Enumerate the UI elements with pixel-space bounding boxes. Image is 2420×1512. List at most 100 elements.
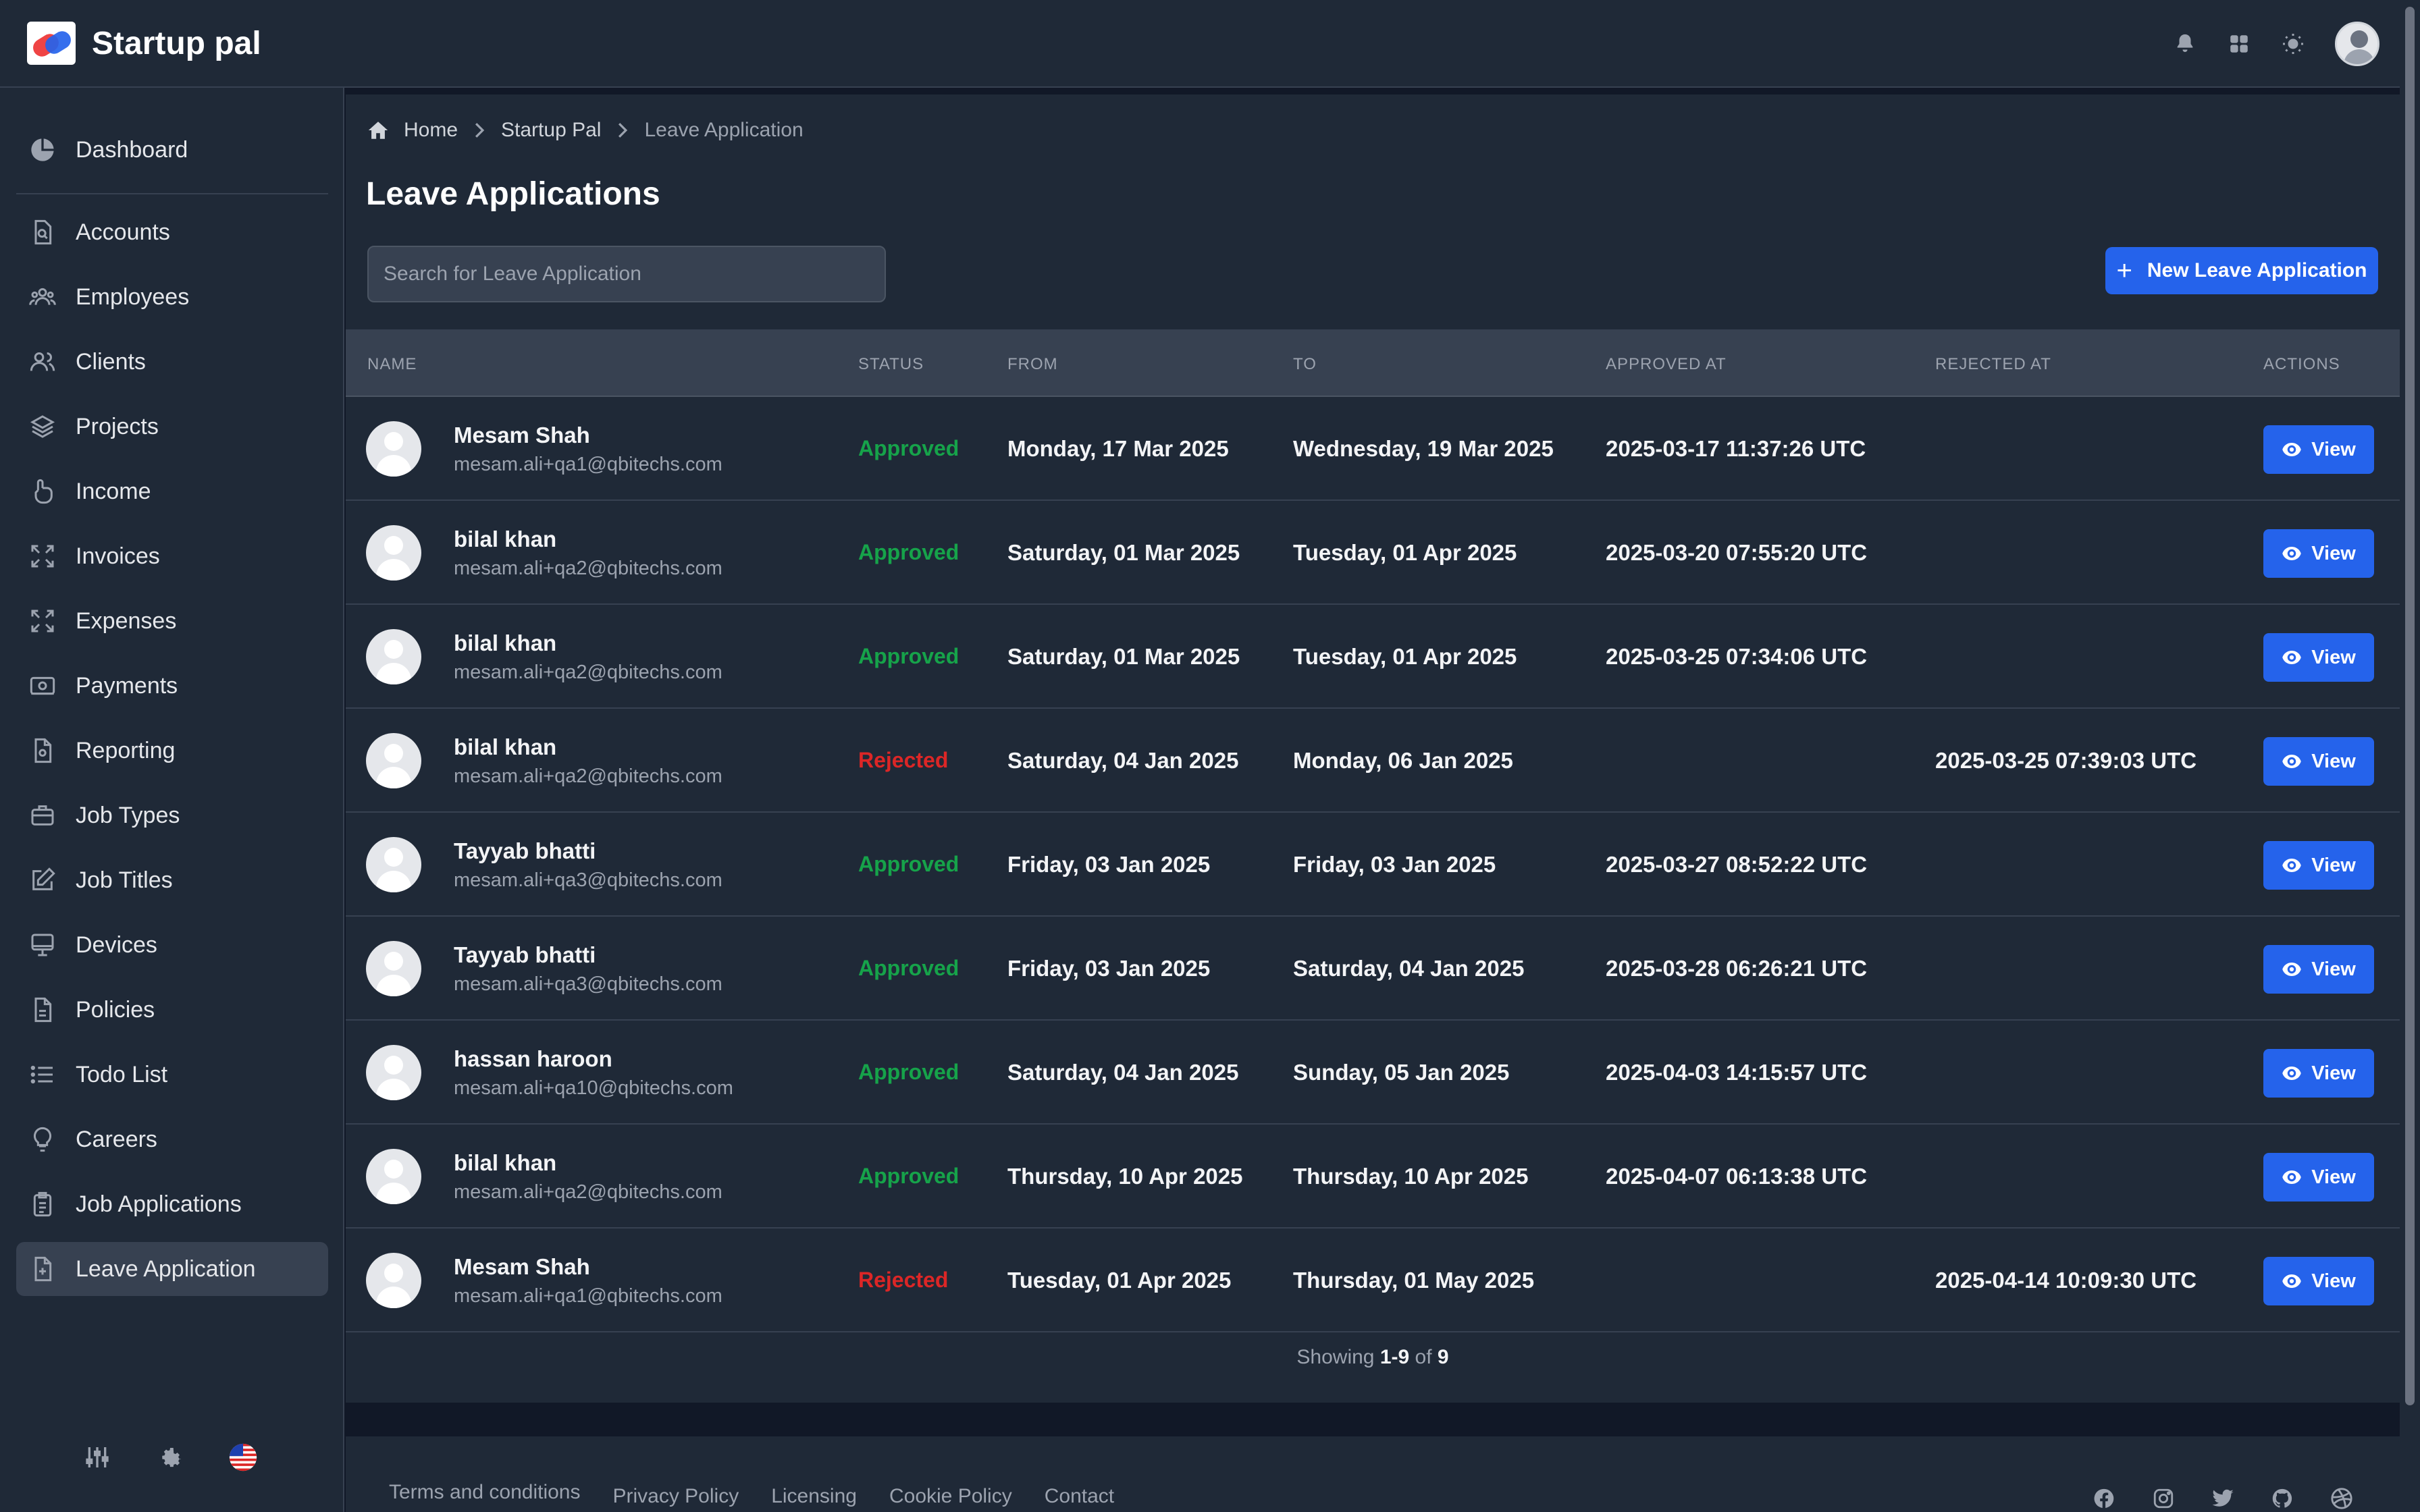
footer-link-privacy[interactable]: Privacy Policy bbox=[612, 1485, 739, 1508]
status-badge: Approved bbox=[858, 1164, 959, 1188]
facebook-icon[interactable] bbox=[2090, 1485, 2118, 1512]
sidebar-item-employees[interactable]: Employees bbox=[16, 270, 328, 324]
status-badge: Approved bbox=[858, 956, 959, 980]
bell-icon[interactable] bbox=[2170, 29, 2200, 59]
status-badge: Approved bbox=[858, 540, 959, 564]
sidebar-item-careers[interactable]: Careers bbox=[16, 1112, 328, 1166]
breadcrumb-home[interactable]: Home bbox=[404, 119, 458, 142]
briefcase-icon bbox=[27, 800, 58, 831]
footer-link-cookie[interactable]: Cookie Policy bbox=[889, 1485, 1012, 1508]
employee-avatar bbox=[366, 1149, 421, 1204]
status-badge: Rejected bbox=[858, 748, 949, 772]
home-icon[interactable] bbox=[366, 119, 390, 142]
from-date: Tuesday, 01 Apr 2025 bbox=[1007, 1268, 1232, 1293]
new-leave-application-button[interactable]: + New Leave Application bbox=[2105, 247, 2378, 294]
view-button[interactable]: View bbox=[2263, 1049, 2374, 1098]
scrollbar-thumb[interactable] bbox=[2405, 7, 2415, 1405]
brand[interactable]: Startup pal bbox=[27, 22, 261, 65]
view-button[interactable]: View bbox=[2263, 1153, 2374, 1202]
sidebar-item-leave-application[interactable]: Leave Application bbox=[16, 1242, 328, 1296]
github-icon[interactable] bbox=[2269, 1485, 2296, 1512]
sun-icon[interactable] bbox=[2278, 29, 2308, 59]
eye-icon bbox=[2282, 857, 2302, 873]
lightbulb-icon bbox=[27, 1124, 58, 1155]
eye-icon bbox=[2282, 545, 2302, 562]
dribbble-icon[interactable] bbox=[2328, 1485, 2355, 1512]
to-date: Monday, 06 Jan 2025 bbox=[1293, 748, 1513, 773]
us-flag-icon[interactable] bbox=[227, 1441, 259, 1474]
sidebar-item-devices[interactable]: Devices bbox=[16, 918, 328, 972]
view-button[interactable]: View bbox=[2263, 945, 2374, 994]
breadcrumb-current: Leave Application bbox=[644, 119, 804, 141]
view-button[interactable]: View bbox=[2263, 633, 2374, 682]
user-avatar[interactable] bbox=[2335, 22, 2379, 66]
employee-name: Mesam Shah bbox=[454, 1254, 590, 1279]
cash-icon bbox=[27, 670, 58, 701]
approved-at: 2025-04-07 06:13:38 UTC bbox=[1606, 1164, 1868, 1189]
table-row: Tayyab bhatti mesam.ali+qa3@qbitechs.com A… bbox=[346, 917, 2400, 1021]
column-status[interactable]: STATUS bbox=[858, 355, 924, 374]
gear-icon[interactable] bbox=[154, 1441, 186, 1474]
status-badge: Approved bbox=[858, 644, 959, 668]
view-button[interactable]: View bbox=[2263, 737, 2374, 786]
approved-at: 2025-03-25 07:34:06 UTC bbox=[1606, 644, 1868, 669]
sidebar-divider bbox=[16, 193, 328, 194]
employee-avatar bbox=[366, 733, 421, 788]
view-button[interactable]: View bbox=[2263, 425, 2374, 474]
to-date: Thursday, 10 Apr 2025 bbox=[1293, 1164, 1529, 1189]
pie-chart-icon bbox=[27, 134, 58, 165]
sidebar-item-expenses[interactable]: Expenses bbox=[16, 594, 328, 648]
view-button[interactable]: View bbox=[2263, 841, 2374, 890]
document-text-icon bbox=[27, 994, 58, 1025]
to-date: Wednesday, 19 Mar 2025 bbox=[1293, 436, 1554, 461]
search-input[interactable] bbox=[367, 246, 886, 302]
sidebar-item-dashboard[interactable]: Dashboard bbox=[16, 123, 328, 177]
apps-grid-icon[interactable] bbox=[2224, 29, 2254, 59]
breadcrumb-startup-pal[interactable]: Startup Pal bbox=[501, 119, 601, 142]
footer-link-licensing[interactable]: Licensing bbox=[771, 1485, 857, 1508]
top-bar: Startup pal bbox=[0, 0, 2420, 88]
view-button[interactable]: View bbox=[2263, 529, 2374, 578]
sidebar-item-projects[interactable]: Projects bbox=[16, 400, 328, 454]
column-actions: ACTIONS bbox=[2263, 355, 2340, 373]
sidebar-item-invoices[interactable]: Invoices bbox=[16, 529, 328, 583]
footer-link-contact[interactable]: Contact bbox=[1045, 1485, 1114, 1508]
employee-name: hassan haroon bbox=[454, 1046, 612, 1071]
sidebar-item-policies[interactable]: Policies bbox=[16, 983, 328, 1037]
sidebar-item-job-applications[interactable]: Job Applications bbox=[16, 1177, 328, 1231]
eye-icon bbox=[2282, 649, 2302, 666]
sidebar-item-payments[interactable]: Payments bbox=[16, 659, 328, 713]
employee-avatar bbox=[366, 1045, 421, 1100]
footer-link-terms[interactable]: Terms and conditions bbox=[389, 1481, 580, 1504]
instagram-icon[interactable] bbox=[2150, 1485, 2177, 1512]
scrollbar[interactable] bbox=[2400, 0, 2420, 1512]
sidebar-item-accounts[interactable]: Accounts bbox=[16, 205, 328, 259]
status-badge: Approved bbox=[858, 436, 959, 460]
from-date: Saturday, 01 Mar 2025 bbox=[1007, 540, 1240, 565]
footer: Terms and conditions Privacy Policy Lice… bbox=[346, 1436, 2400, 1512]
sidebar-item-job-types[interactable]: Job Types bbox=[16, 788, 328, 842]
sidebar-item-reporting[interactable]: Reporting bbox=[16, 724, 328, 778]
to-date: Thursday, 01 May 2025 bbox=[1293, 1268, 1535, 1293]
footer-links: Terms and conditions Privacy Policy Lice… bbox=[389, 1481, 1147, 1508]
column-to[interactable]: TO bbox=[1293, 355, 1317, 374]
twitter-icon[interactable] bbox=[2209, 1485, 2236, 1512]
employee-email: mesam.ali+qa10@qbitechs.com bbox=[454, 1077, 733, 1099]
main-content: Home Startup Pal Leave Application Leave… bbox=[346, 88, 2400, 1512]
view-button[interactable]: View bbox=[2263, 1257, 2374, 1305]
table-row: bilal khan mesam.ali+qa2@qbitechs.com Appr… bbox=[346, 501, 2400, 605]
sidebar-item-todo-list[interactable]: Todo List bbox=[16, 1048, 328, 1102]
sidebar-item-clients[interactable]: Clients bbox=[16, 335, 328, 389]
column-from[interactable]: FROM bbox=[1007, 355, 1058, 374]
eye-icon bbox=[2282, 753, 2302, 770]
employee-name: bilal khan bbox=[454, 734, 557, 759]
column-rejected-at[interactable]: REJECTED AT bbox=[1935, 355, 2051, 374]
column-name[interactable]: NAME bbox=[367, 355, 417, 374]
sliders-icon[interactable] bbox=[81, 1441, 113, 1474]
sidebar-item-job-titles[interactable]: Job Titles bbox=[16, 853, 328, 907]
column-approved-at[interactable]: APPROVED AT bbox=[1606, 355, 1727, 374]
employee-name: bilal khan bbox=[454, 526, 557, 551]
sidebar-item-income[interactable]: Income bbox=[16, 464, 328, 518]
approved-at: 2025-03-20 07:55:20 UTC bbox=[1606, 540, 1868, 565]
document-plus-icon bbox=[27, 1253, 58, 1285]
